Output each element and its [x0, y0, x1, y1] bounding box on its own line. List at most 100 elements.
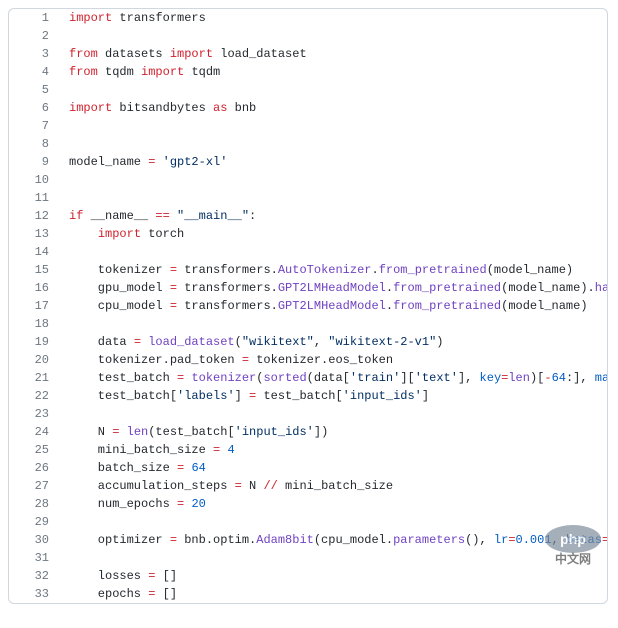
line-content: num_epochs = 20 — [59, 495, 608, 513]
code-line: 14 — [9, 243, 608, 261]
watermark-text-top: php — [560, 531, 586, 547]
token: gpu_model — [69, 281, 170, 295]
line-number: 4 — [9, 63, 59, 81]
line-number: 32 — [9, 567, 59, 585]
token: = — [170, 281, 177, 295]
token: import — [69, 11, 112, 25]
line-content — [59, 117, 608, 135]
token: (model_name). — [501, 281, 595, 295]
code-line: 1import transformers — [9, 9, 608, 27]
code-line: 26 batch_size = 64 — [9, 459, 608, 477]
watermark-logo: php 中文网 — [541, 525, 605, 567]
token: (cpu_model. — [314, 533, 393, 547]
token: 4 — [227, 443, 234, 457]
token: if — [69, 209, 83, 223]
line-content: gpu_model = transformers.GPT2LMHeadModel… — [59, 279, 608, 297]
code-line: 18 — [9, 315, 608, 333]
token: import — [141, 65, 184, 79]
line-content: from datasets import load_dataset — [59, 45, 608, 63]
line-number: 19 — [9, 333, 59, 351]
token: load_dataset — [213, 47, 307, 61]
token: sorted — [263, 371, 306, 385]
code-line: 19 data = load_dataset("wikitext", "wiki… — [9, 333, 608, 351]
token: lr — [494, 533, 508, 547]
code-line: 4from tqdm import tqdm — [9, 63, 608, 81]
line-content — [59, 171, 608, 189]
code-line: 23 — [9, 405, 608, 423]
line-number: 22 — [9, 387, 59, 405]
line-content: import transformers — [59, 9, 608, 27]
token: epochs — [69, 587, 148, 601]
token: (model_name) — [487, 263, 573, 277]
line-content: import bitsandbytes as bnb — [59, 99, 608, 117]
code-line: 13 import torch — [9, 225, 608, 243]
line-content: mini_batch_size = 4 — [59, 441, 608, 459]
line-number: 20 — [9, 351, 59, 369]
token: import — [98, 227, 141, 241]
token: "wikitext" — [242, 335, 314, 349]
token: 64 — [191, 461, 205, 475]
code-block: 1import transformers23from datasets impo… — [8, 8, 608, 604]
token: 20 — [191, 497, 205, 511]
line-content — [59, 81, 608, 99]
token: datasets — [98, 47, 170, 61]
token: ( — [235, 335, 242, 349]
token: max_length — [595, 371, 608, 385]
token: 'labels' — [177, 389, 235, 403]
code-line: 8 — [9, 135, 608, 153]
line-number: 7 — [9, 117, 59, 135]
token: (model_name) — [501, 299, 587, 313]
token: : — [249, 209, 256, 223]
line-content: batch_size = 64 — [59, 459, 608, 477]
token: tqdm — [184, 65, 220, 79]
token: . — [386, 299, 393, 313]
line-content: data = load_dataset("wikitext", "wikitex… — [59, 333, 608, 351]
code-line: 11 — [9, 189, 608, 207]
token: test_batch[ — [256, 389, 342, 403]
token: ][ — [400, 371, 414, 385]
token: data — [69, 335, 134, 349]
token: transformers — [112, 11, 206, 25]
token: from_pretrained — [393, 299, 501, 313]
token: len — [508, 371, 530, 385]
token: (test_batch[ — [148, 425, 234, 439]
token — [119, 425, 126, 439]
token: from — [69, 65, 98, 79]
token: bnb.optim. — [177, 533, 256, 547]
code-line: 31 — [9, 549, 608, 567]
line-number: 21 — [9, 369, 59, 387]
line-number: 12 — [9, 207, 59, 225]
token: load_dataset — [148, 335, 234, 349]
token: 'input_ids' — [343, 389, 422, 403]
token: tokenizer.eos_token — [249, 353, 393, 367]
token — [155, 155, 162, 169]
token: model_name — [69, 155, 148, 169]
code-line: 22 test_batch['labels'] = test_batch['in… — [9, 387, 608, 405]
token: 'text' — [415, 371, 458, 385]
line-number: 13 — [9, 225, 59, 243]
line-content: tokenizer.pad_token = tokenizer.eos_toke… — [59, 351, 608, 369]
token — [170, 209, 177, 223]
line-number: 2 — [9, 27, 59, 45]
token: 'gpt2-xl' — [163, 155, 228, 169]
code-line: 10 — [9, 171, 608, 189]
token: "wikitext-2-v1" — [328, 335, 436, 349]
code-line: 7 — [9, 117, 608, 135]
line-content: epochs = [] — [59, 585, 608, 603]
token: bitsandbytes — [112, 101, 213, 115]
token: mini_batch_size — [69, 443, 213, 457]
line-number: 3 — [9, 45, 59, 63]
code-line: 3from datasets import load_dataset — [9, 45, 608, 63]
line-number: 28 — [9, 495, 59, 513]
code-line: 6import bitsandbytes as bnb — [9, 99, 608, 117]
token: transformers. — [177, 281, 278, 295]
token: N — [242, 479, 264, 493]
token: - — [544, 371, 551, 385]
line-content: N = len(test_batch['input_ids']) — [59, 423, 608, 441]
line-number: 14 — [9, 243, 59, 261]
token: half — [595, 281, 608, 295]
token: AutoTokenizer — [278, 263, 372, 277]
token: GPT2LMHeadModel — [278, 281, 386, 295]
token: = — [134, 335, 141, 349]
line-number: 31 — [9, 549, 59, 567]
